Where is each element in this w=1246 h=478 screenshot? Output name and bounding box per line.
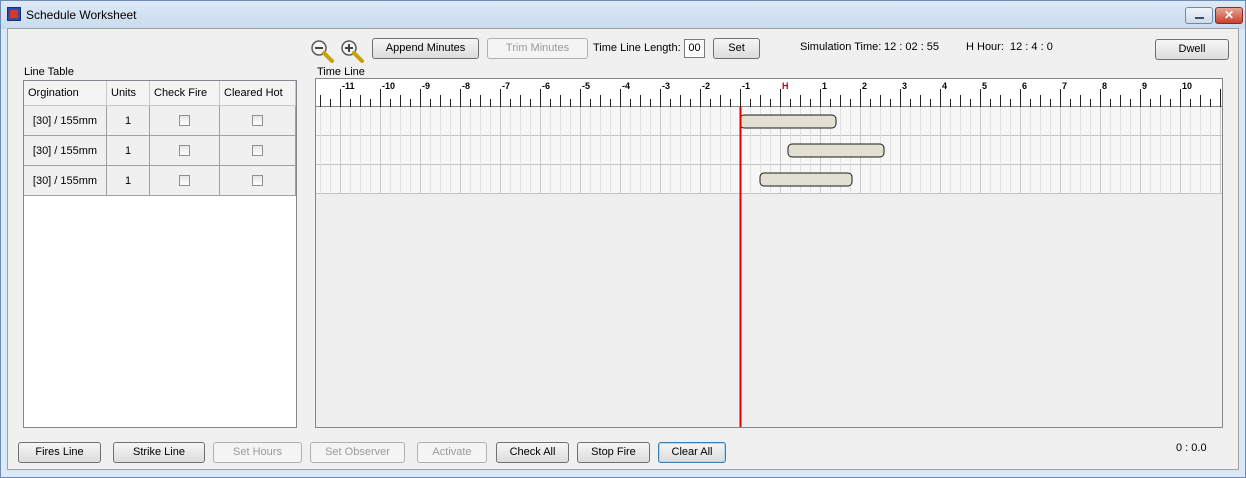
ruler-tick-label: 9 xyxy=(1142,81,1147,91)
units-cell: 1 xyxy=(107,166,150,196)
strike-line-button[interactable]: Strike Line xyxy=(113,442,205,463)
append-minutes-button[interactable]: Append Minutes xyxy=(372,38,479,59)
activate-button[interactable]: Activate xyxy=(417,442,487,463)
ruler-tick-label: 5 xyxy=(982,81,987,91)
units-cell: 1 xyxy=(107,136,150,166)
line-table-header: Orgination Units Check Fire Cleared Hot xyxy=(24,81,296,106)
timeline-row-band xyxy=(316,136,1222,165)
check-fire-checkbox[interactable] xyxy=(179,175,190,186)
time-line-length-input[interactable]: 00 xyxy=(684,39,705,58)
fire-mission-bar xyxy=(787,143,885,158)
ruler-tick-label: -6 xyxy=(542,81,550,91)
ruler-tick-label: 2 xyxy=(862,81,867,91)
set-hours-button[interactable]: Set Hours xyxy=(213,442,302,463)
line-table: Orgination Units Check Fire Cleared Hot … xyxy=(23,80,297,428)
column-header-orgination[interactable]: Orgination xyxy=(24,81,107,106)
ruler-tick-label: 4 xyxy=(942,81,947,91)
origination-cell: [30] / 155mm xyxy=(24,136,107,166)
check-fire-cell xyxy=(150,106,220,136)
title-bar[interactable]: Schedule Worksheet ✕ xyxy=(1,1,1245,29)
window-title: Schedule Worksheet xyxy=(26,8,137,22)
table-row[interactable]: [30] / 155mm 1 xyxy=(24,106,296,136)
cleared-hot-checkbox[interactable] xyxy=(252,145,263,156)
origination-cell: [30] / 155mm xyxy=(24,166,107,196)
ruler-tick-label: -8 xyxy=(462,81,470,91)
ruler-tick-label: -3 xyxy=(662,81,670,91)
zoom-out-icon[interactable] xyxy=(310,39,334,63)
ruler-tick-label: -2 xyxy=(702,81,710,91)
column-header-cleared-hot[interactable]: Cleared Hot xyxy=(220,81,296,106)
ruler-tick-label: 1 xyxy=(822,81,827,91)
line-table-group-label: Line Table xyxy=(24,66,74,78)
origination-cell: [30] / 155mm xyxy=(24,106,107,136)
close-button[interactable]: ✕ xyxy=(1215,7,1243,24)
ruler-tick-label: -7 xyxy=(502,81,510,91)
table-row[interactable]: [30] / 155mm 1 xyxy=(24,136,296,166)
ruler-tick-label: H xyxy=(782,81,789,91)
check-fire-cell xyxy=(150,166,220,196)
ruler-background xyxy=(316,79,1222,107)
ruler-tick-label: 3 xyxy=(902,81,907,91)
zoom-in-icon[interactable] xyxy=(340,39,364,63)
dwell-button[interactable]: Dwell xyxy=(1155,39,1229,60)
ruler-tick-label: 7 xyxy=(1062,81,1067,91)
check-all-button[interactable]: Check All xyxy=(496,442,569,463)
column-header-check-fire[interactable]: Check Fire xyxy=(150,81,220,106)
fire-mission-bar xyxy=(739,114,837,129)
simulation-time-value: 12 : 02 : 55 xyxy=(884,41,940,53)
ruler-tick-label: 8 xyxy=(1102,81,1107,91)
ruler-tick-label: -4 xyxy=(622,81,630,91)
ruler-tick-label: 10 xyxy=(1182,81,1192,91)
minimize-button[interactable] xyxy=(1185,7,1213,24)
time-line-canvas[interactable]: -11-10-9-8-7-6-5-4-3-2-1H1234567891011 xyxy=(316,79,1222,427)
cleared-hot-cell xyxy=(220,106,296,136)
fires-line-button[interactable]: Fires Line xyxy=(18,442,101,463)
table-row[interactable]: [30] / 155mm 1 xyxy=(24,166,296,196)
fire-mission-bar xyxy=(759,172,853,187)
ruler-tick-label: -9 xyxy=(422,81,430,91)
time-line-panel[interactable]: -11-10-9-8-7-6-5-4-3-2-1H1234567891011 xyxy=(315,78,1223,428)
close-icon: ✕ xyxy=(1223,8,1235,22)
stop-fire-button[interactable]: Stop Fire xyxy=(577,442,650,463)
ruler-tick-label: -5 xyxy=(582,81,590,91)
units-cell: 1 xyxy=(107,106,150,136)
check-fire-checkbox[interactable] xyxy=(179,115,190,126)
set-length-button[interactable]: Set xyxy=(713,38,760,59)
check-fire-cell xyxy=(150,136,220,166)
cleared-hot-cell xyxy=(220,166,296,196)
h-hour-label: H Hour: xyxy=(966,41,1004,53)
column-header-units[interactable]: Units xyxy=(107,81,150,106)
ruler-tick-label: -1 xyxy=(742,81,750,91)
trim-minutes-button[interactable]: Trim Minutes xyxy=(487,38,588,59)
cleared-hot-checkbox[interactable] xyxy=(252,115,263,126)
ruler-tick-label: -10 xyxy=(382,81,395,91)
app-icon xyxy=(7,7,21,21)
elapsed-status: 0 : 0.0 xyxy=(1176,442,1207,454)
clear-all-button[interactable]: Clear All xyxy=(658,442,726,463)
cleared-hot-cell xyxy=(220,136,296,166)
ruler-tick-label: 6 xyxy=(1022,81,1027,91)
set-observer-button[interactable]: Set Observer xyxy=(310,442,405,463)
simulation-time-label: Simulation Time: xyxy=(800,41,882,53)
check-fire-checkbox[interactable] xyxy=(179,145,190,156)
cleared-hot-checkbox[interactable] xyxy=(252,175,263,186)
h-hour-value: 12 : 4 : 0 xyxy=(1010,41,1053,53)
ruler-tick-label: -11 xyxy=(342,81,355,91)
time-line-group-label: Time Line xyxy=(317,66,365,78)
time-line-length-label: Time Line Length: xyxy=(593,42,681,54)
